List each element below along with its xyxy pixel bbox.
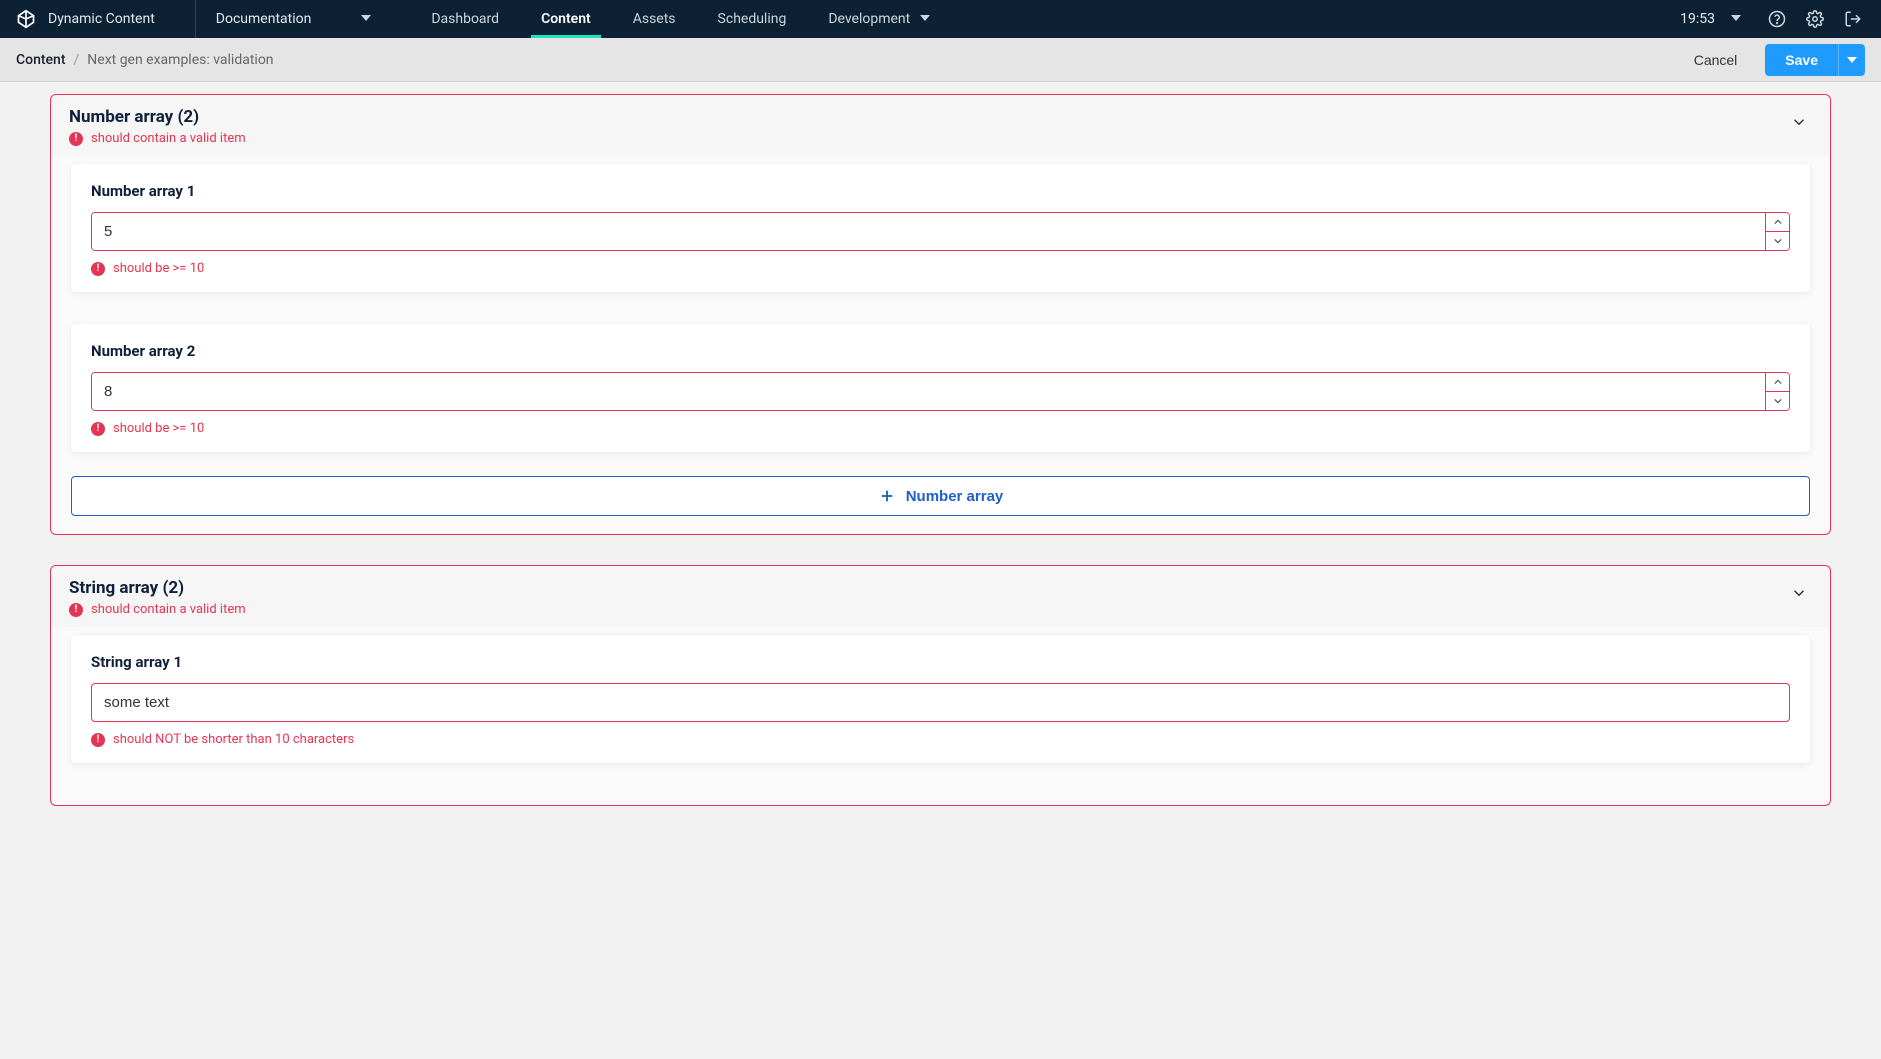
brand-section: Dynamic Content (16, 0, 196, 38)
field-error-msg: should be >= 10 (113, 421, 204, 436)
collapse-toggle[interactable] (1786, 109, 1812, 139)
main-nav: Dashboard Content Assets Scheduling Deve… (411, 0, 950, 38)
nav-label: Dashboard (431, 11, 499, 27)
caret-down-icon (361, 11, 371, 27)
field-error: ! should be >= 10 (91, 421, 1790, 436)
hub-name: Documentation (216, 11, 312, 27)
nav-label: Assets (633, 11, 676, 27)
right-nav: 19:53 (1680, 0, 1865, 38)
number-input[interactable] (92, 213, 1765, 250)
nav-content[interactable]: Content (521, 0, 611, 38)
item-label: String array 1 (91, 653, 1790, 671)
help-icon[interactable] (1765, 7, 1789, 31)
caret-down-icon (920, 11, 930, 27)
nav-dashboard[interactable]: Dashboard (411, 0, 519, 38)
breadcrumb-root[interactable]: Content (16, 52, 66, 68)
panel-error: ! should contain a valid item (69, 602, 1786, 617)
top-nav: Dynamic Content Documentation Dashboard … (0, 0, 1881, 38)
spinner (1765, 373, 1789, 410)
error-icon: ! (91, 733, 105, 747)
text-input[interactable] (91, 683, 1790, 722)
panel-error: ! should contain a valid item (69, 131, 1786, 146)
field-error: ! should NOT be shorter than 10 characte… (91, 732, 1790, 747)
panel-header: String array (2) ! should contain a vali… (51, 566, 1830, 627)
nav-scheduling[interactable]: Scheduling (698, 0, 807, 38)
error-icon: ! (91, 422, 105, 436)
content-area: Number array (2) ! should contain a vali… (0, 82, 1881, 876)
breadcrumb-current: Next gen examples: validation (87, 52, 273, 68)
sub-header: Content / Next gen examples: validation … (0, 38, 1881, 82)
nav-label: Scheduling (718, 11, 787, 27)
nav-development[interactable]: Development (808, 0, 950, 38)
panel-body: Number array 1 ! should be >= 10 (51, 156, 1830, 534)
panel-header: Number array (2) ! should contain a vali… (51, 95, 1830, 156)
save-button[interactable]: Save (1765, 44, 1838, 76)
error-icon: ! (69, 132, 83, 146)
array-item-card: String array 1 ! should NOT be shorter t… (71, 635, 1810, 763)
array-item-card: Number array 2 ! should be >= 10 (71, 324, 1810, 452)
add-number-array-button[interactable]: Number array (71, 476, 1810, 516)
spinner (1765, 213, 1789, 250)
spinner-down-button[interactable] (1766, 232, 1789, 250)
clock-selector[interactable]: 19:53 (1680, 11, 1741, 27)
string-array-panel: String array (2) ! should contain a vali… (50, 565, 1831, 806)
field-error: ! should be >= 10 (91, 261, 1790, 276)
save-button-group: Save (1765, 44, 1865, 76)
number-input-wrap (91, 212, 1790, 251)
cancel-button[interactable]: Cancel (1678, 44, 1754, 76)
number-input-wrap (91, 372, 1790, 411)
field-error-msg: should be >= 10 (113, 261, 204, 276)
nav-label: Content (541, 11, 591, 27)
error-icon: ! (69, 603, 83, 617)
brand-logo-icon (16, 9, 36, 29)
nav-assets[interactable]: Assets (613, 0, 696, 38)
number-input[interactable] (92, 373, 1765, 410)
panel-error-msg: should contain a valid item (91, 602, 246, 617)
panel-error-msg: should contain a valid item (91, 131, 246, 146)
settings-icon[interactable] (1803, 7, 1827, 31)
caret-down-icon (1731, 11, 1741, 27)
panel-title: Number array (2) (69, 107, 1786, 127)
save-dropdown-button[interactable] (1838, 44, 1865, 76)
field-error-msg: should NOT be shorter than 10 characters (113, 732, 354, 747)
brand-title: Dynamic Content (48, 11, 155, 27)
logout-icon[interactable] (1841, 7, 1865, 31)
hub-selector[interactable]: Documentation (196, 0, 392, 38)
error-icon: ! (91, 262, 105, 276)
spinner-down-button[interactable] (1766, 392, 1789, 410)
nav-label: Development (828, 11, 910, 27)
clock-time: 19:53 (1680, 11, 1715, 27)
panel-body: String array 1 ! should NOT be shorter t… (51, 627, 1830, 805)
add-button-label: Number array (906, 488, 1004, 505)
number-array-panel: Number array (2) ! should contain a vali… (50, 94, 1831, 535)
panel-title: String array (2) (69, 578, 1786, 598)
array-item-card: Number array 1 ! should be >= 10 (71, 164, 1810, 292)
item-label: Number array 2 (91, 342, 1790, 360)
breadcrumb-sep: / (74, 52, 80, 68)
breadcrumb: Content / Next gen examples: validation (16, 52, 274, 68)
spinner-up-button[interactable] (1766, 213, 1789, 232)
item-label: Number array 1 (91, 182, 1790, 200)
collapse-toggle[interactable] (1786, 580, 1812, 610)
spinner-up-button[interactable] (1766, 373, 1789, 392)
